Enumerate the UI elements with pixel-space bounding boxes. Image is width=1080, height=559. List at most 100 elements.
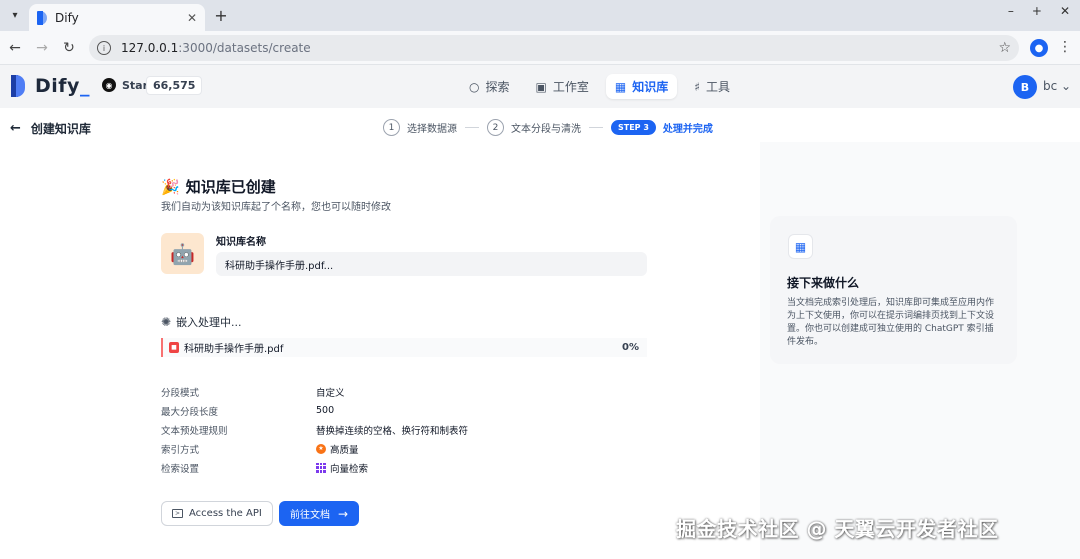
step-2-label: 文本分段与清洗	[511, 124, 581, 135]
nav-tools[interactable]: ♯ 工具	[685, 74, 739, 99]
nav-explore[interactable]: ○ 探索	[460, 74, 519, 99]
stepper: 1 选择数据源 2 文本分段与清洗 STEP 3 处理并完成	[383, 119, 713, 136]
nav-knowledge-label: 知识库	[632, 80, 669, 94]
page-title: 🎉 知识库已创建	[161, 176, 276, 197]
terminal-icon: >	[172, 509, 183, 518]
site-info-icon[interactable]: i	[97, 41, 111, 55]
step-divider	[465, 127, 479, 128]
browser-profile-icon[interactable]: ●	[1030, 39, 1048, 57]
top-nav: ○ 探索 ▣ 工作室 ▦ 知识库 ♯ 工具	[460, 74, 739, 99]
github-icon: ◉	[102, 78, 116, 92]
settings-summary: 分段模式 自定义 最大分段长度 500 文本预处理规则 替换掉连续的空格、换行符…	[161, 382, 468, 477]
setting-key: 最大分段长度	[161, 406, 219, 418]
reload-icon[interactable]: ↻	[60, 39, 78, 57]
hammer-icon: ♯	[694, 79, 701, 94]
logo-word: Dify	[35, 75, 80, 97]
step-3: STEP 3 处理并完成	[611, 120, 713, 135]
forward-arrow-icon[interactable]: →	[33, 39, 51, 57]
page-subtitle: 我们自动为该知识库起了个名称，您也可以随时修改	[161, 202, 391, 213]
main-content: ← 创建知识库 1 选择数据源 2 文本分段与清洗 STEP 3 处理并完成 🎉…	[0, 108, 1080, 559]
vector-search-icon	[316, 462, 326, 473]
next-steps-body: 当文档完成索引处理后，知识库即可集成至应用内作为上下文使用，你可以在提示词编排页…	[787, 298, 995, 347]
watermark-text: 掘金技术社区 @ 天翼云开发者社区	[676, 517, 999, 541]
settings-row: 文本预处理规则 替换掉连续的空格、换行符和制表符	[161, 420, 468, 439]
setting-value-text: 500	[316, 405, 335, 416]
bookmark-star-icon[interactable]: ☆	[998, 40, 1011, 56]
new-tab-plus-icon[interactable]: +	[212, 6, 230, 25]
setting-value-text: 替换掉连续的空格、换行符和制表符	[316, 425, 469, 437]
setting-key: 索引方式	[161, 444, 200, 456]
party-popper-icon: 🎉	[161, 177, 180, 196]
logo-text: Dify_	[35, 75, 90, 97]
user-menu[interactable]: bc ⌄	[1043, 79, 1071, 93]
username: bc	[1043, 79, 1058, 93]
setting-value-text: 高质量	[330, 444, 359, 456]
tab-list-chevron-icon[interactable]: ▾	[6, 6, 24, 24]
dify-logo-icon	[11, 75, 25, 97]
address-bar[interactable]: i 127.0.0.1:3000/datasets/create ☆	[89, 35, 1019, 61]
nav-knowledge[interactable]: ▦ 知识库	[605, 74, 678, 99]
next-steps-card: ▦ 接下来做什么 当文档完成索引处理后，知识库即可集成至应用内作为上下文使用，你…	[770, 216, 1017, 364]
setting-value: 自定义	[316, 385, 345, 399]
arrow-right-icon: →	[338, 506, 349, 521]
github-star-button[interactable]: ◉ Star	[102, 78, 148, 92]
logo-underscore: _	[79, 75, 90, 97]
setting-value: 向量检索	[316, 461, 368, 475]
settings-row: 索引方式 ★ 高质量	[161, 439, 468, 458]
dify-favicon-icon	[37, 10, 47, 25]
setting-key: 分段模式	[161, 387, 200, 399]
back-label: 创建知识库	[30, 122, 91, 136]
kb-name-input[interactable]	[216, 252, 647, 276]
main-left-panel	[0, 108, 760, 559]
pdf-file-icon: ■	[169, 342, 179, 353]
back-button[interactable]: ← 创建知识库	[10, 120, 91, 137]
next-steps-title: 接下来做什么	[787, 276, 860, 290]
browser-toolbar: ← → ↻ i 127.0.0.1:3000/datasets/create ☆…	[0, 31, 1080, 65]
step-3-label: 处理并完成	[662, 124, 713, 135]
setting-value: ★ 高质量	[316, 442, 359, 456]
maximize-icon[interactable]: +	[1032, 4, 1042, 18]
step-2[interactable]: 2 文本分段与清洗	[487, 119, 581, 136]
nav-explore-label: 探索	[485, 80, 510, 94]
nav-studio[interactable]: ▣ 工作室	[527, 74, 598, 99]
step-1-label: 选择数据源	[407, 124, 457, 135]
setting-value: 替换掉连续的空格、换行符和制表符	[316, 423, 468, 437]
tab-close-icon[interactable]: ✕	[187, 11, 197, 25]
github-star-count: 66,575	[146, 76, 203, 95]
window-controls: – + ✕	[1008, 4, 1070, 18]
url-host: 127.0.0.1	[121, 41, 179, 55]
step-1[interactable]: 1 选择数据源	[383, 119, 457, 136]
step-1-number: 1	[383, 119, 400, 136]
back-arrow-icon[interactable]: ←	[6, 39, 24, 57]
embedding-status-text: 嵌入处理中...	[176, 316, 242, 329]
app-header: Dify_ ◉ Star 66,575 ○ 探索 ▣ 工作室 ▦ 知识库 ♯ 工…	[0, 65, 1080, 108]
url-path: :3000/datasets/create	[178, 41, 311, 55]
setting-key: 文本预处理规则	[161, 425, 228, 437]
close-window-icon[interactable]: ✕	[1060, 4, 1070, 18]
kb-name-label: 知识库名称	[216, 237, 266, 248]
step-2-number: 2	[487, 119, 504, 136]
browser-tabstrip: ▾ Dify ✕ + – + ✕	[0, 0, 1080, 31]
robot-emoji-icon: 🤖	[170, 241, 195, 266]
dify-logo[interactable]: Dify_	[11, 75, 90, 97]
setting-key: 检索设置	[161, 463, 200, 475]
go-to-documents-button[interactable]: 前往文档 →	[279, 501, 360, 526]
step-3-pill: STEP 3	[611, 120, 656, 135]
file-name: 科研助手操作手册.pdf	[184, 344, 284, 355]
minimize-icon[interactable]: –	[1008, 4, 1014, 18]
browser-tab[interactable]: Dify ✕	[29, 4, 205, 31]
browser-menu-icon[interactable]: ⋮	[1058, 39, 1072, 55]
chevron-down-icon: ⌄	[1061, 79, 1072, 93]
settings-row: 检索设置 向量检索	[161, 458, 468, 477]
user-avatar[interactable]: B	[1013, 75, 1037, 99]
page-title-text: 知识库已创建	[185, 178, 276, 196]
file-progress-row: ■ 科研助手操作手册.pdf 0%	[161, 338, 647, 357]
step-divider	[589, 127, 603, 128]
setting-value: 500	[316, 405, 334, 416]
access-api-label: Access the API	[189, 508, 262, 519]
book-icon: ▦	[614, 79, 627, 94]
book-open-icon: ▦	[788, 234, 813, 259]
access-api-button[interactable]: > Access the API	[161, 501, 273, 526]
kb-avatar[interactable]: 🤖	[161, 233, 204, 274]
setting-value-text: 向量检索	[330, 463, 369, 475]
